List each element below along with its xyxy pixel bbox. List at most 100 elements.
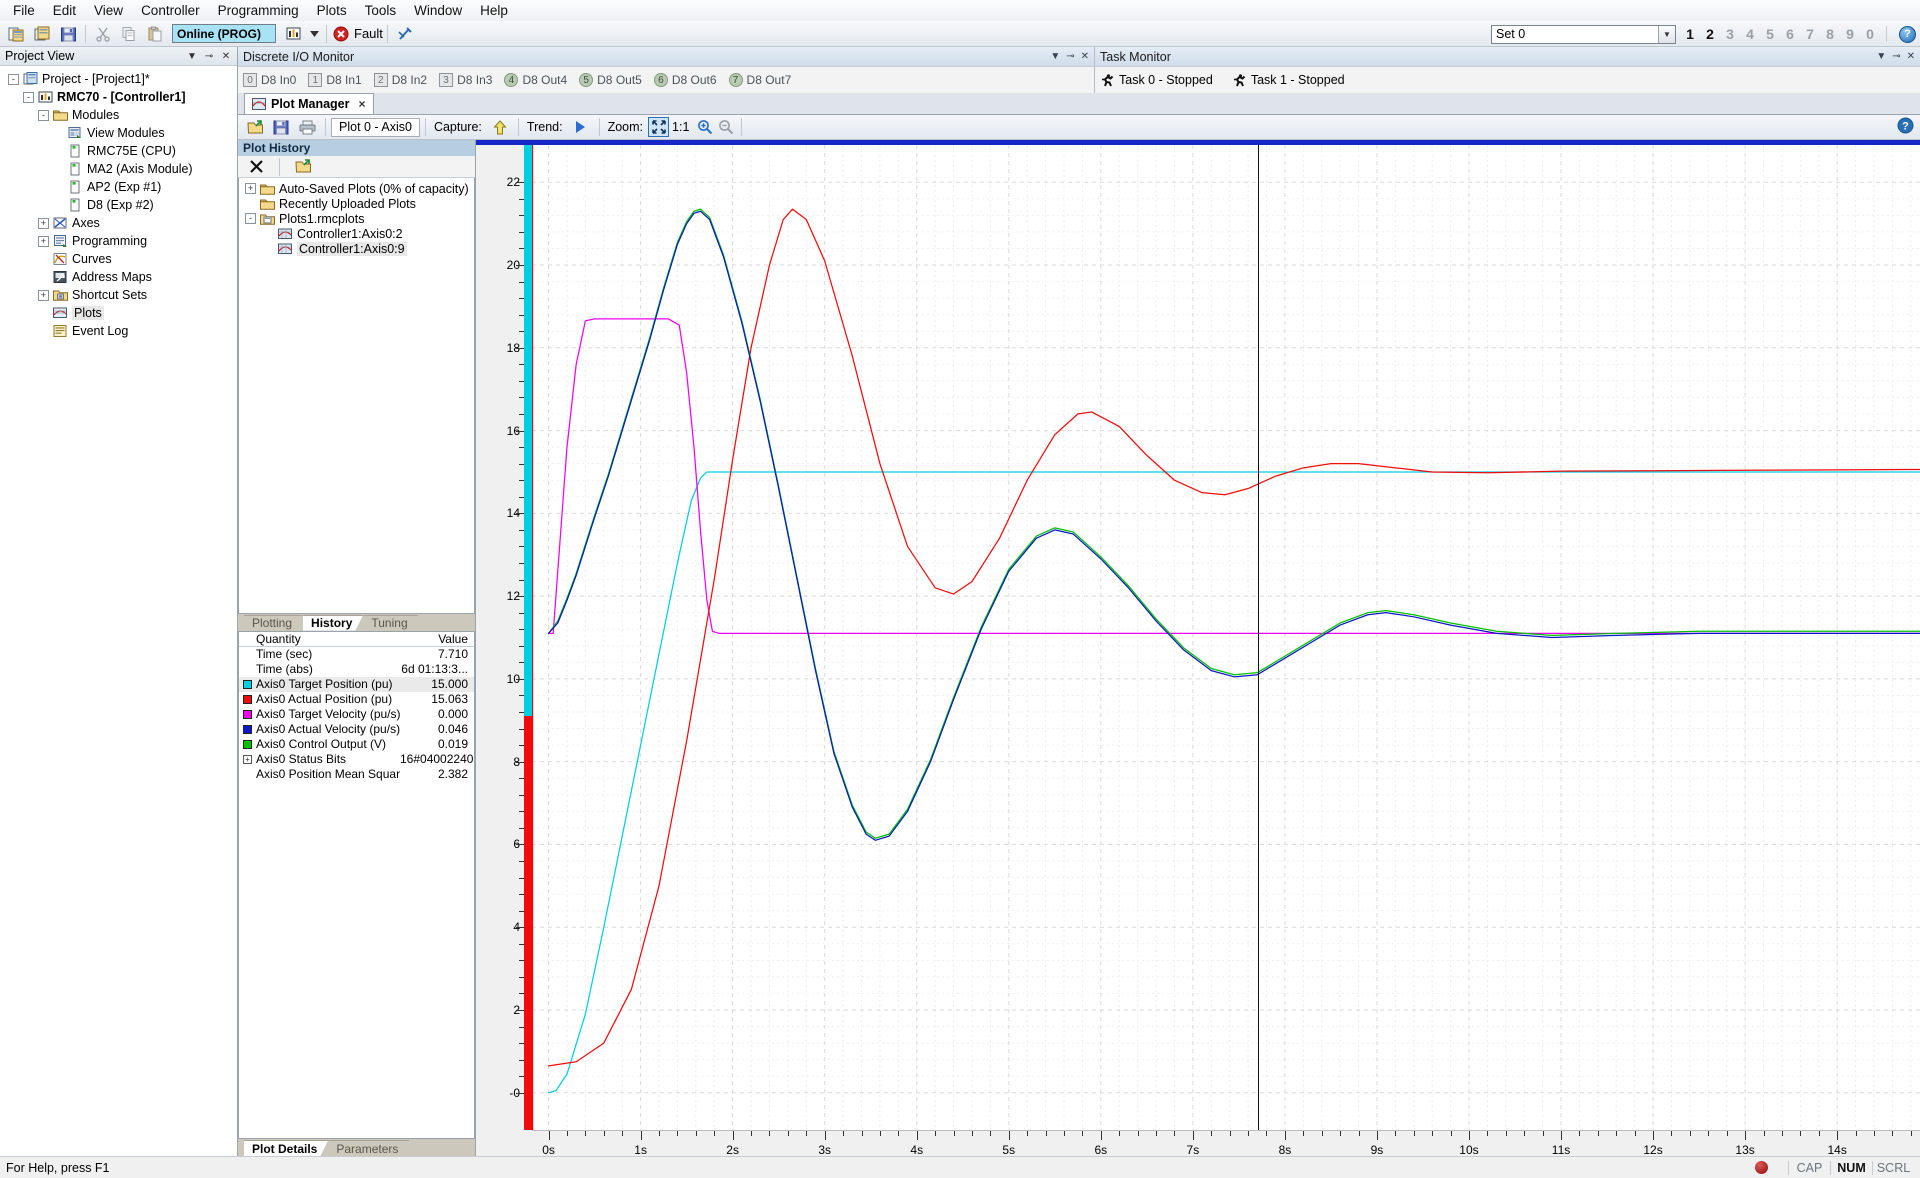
project-tree-item-shortcut-sets[interactable]: + Shortcut Sets	[2, 286, 237, 304]
collapse-icon[interactable]: -	[245, 213, 256, 224]
save-plot-icon[interactable]	[269, 116, 293, 138]
expand-icon[interactable]: +	[38, 289, 49, 301]
project-tree-item-event-log[interactable]: Event Log	[2, 322, 237, 340]
project-tree[interactable]: - Project - [Project1]* - RMC70 - [Controll…	[0, 66, 237, 1156]
project-tree-item-ap2-exp-1[interactable]: AP2 (Exp #1)	[2, 178, 237, 196]
project-tree-item-project-project1[interactable]: - Project - [Project1]*	[2, 70, 237, 88]
expand-icon[interactable]: +	[38, 217, 49, 229]
shortcut-button-2[interactable]: 2	[1700, 26, 1720, 42]
menu-item-help[interactable]: Help	[471, 1, 517, 20]
io-point-d8-in1[interactable]: 1 D8 In1	[308, 73, 362, 87]
project-tree-item-d8-exp-2[interactable]: D8 (Exp #2)	[2, 196, 237, 214]
io-point-d8-out6[interactable]: 6 D8 Out6	[653, 73, 717, 87]
project-tree-item-rmc75e-cpu[interactable]: RMC75E (CPU)	[2, 142, 237, 160]
close-icon[interactable]: ✕	[1081, 51, 1089, 62]
trend-play-icon[interactable]	[569, 116, 593, 138]
project-tree-item-address-maps[interactable]: Address Maps	[2, 268, 237, 286]
chevron-down-icon[interactable]: ▼	[1050, 51, 1060, 62]
shortcut-button-6[interactable]: 6	[1780, 26, 1800, 42]
copy-icon[interactable]	[117, 23, 141, 45]
project-tree-item-programming[interactable]: + Programming	[2, 232, 237, 250]
shortcut-set-combo[interactable]: Set 0 ▼	[1491, 24, 1676, 44]
zoom-out-icon[interactable]	[715, 117, 736, 137]
plot-details-row[interactable]: Time (sec) 7.710	[239, 647, 474, 662]
shortcut-button-9[interactable]: 9	[1840, 26, 1860, 42]
io-point-d8-in3[interactable]: 3 D8 In3	[439, 73, 492, 87]
menu-item-controller[interactable]: Controller	[132, 1, 209, 20]
menu-item-programming[interactable]: Programming	[209, 1, 308, 20]
plot-help-icon[interactable]: ?	[1897, 117, 1914, 137]
chevron-down-icon[interactable]: ▼	[186, 51, 198, 62]
plot-details-row[interactable]: + Axis0 Status Bits 16#04002240	[239, 752, 474, 767]
shortcut-button-8[interactable]: 8	[1820, 26, 1840, 42]
project-tree-item-view-modules[interactable]: View Modules	[2, 124, 237, 142]
plot-details-row[interactable]: Time (abs) 6d 01:13:3...	[239, 662, 474, 677]
tab-history[interactable]: History	[303, 615, 363, 631]
plot-side-tabs[interactable]: Plotting History Tuning	[238, 613, 475, 631]
plot-scale-color-strip[interactable]	[524, 145, 532, 1130]
io-point-d8-in2[interactable]: 2 D8 In2	[373, 73, 427, 87]
expand-icon[interactable]: +	[243, 754, 252, 764]
shortcut-button-1[interactable]: 1	[1680, 26, 1700, 42]
zoom-in-icon[interactable]	[694, 117, 715, 137]
collapse-icon[interactable]: -	[38, 109, 49, 121]
io-point-d8-out4[interactable]: 4 D8 Out4	[504, 73, 567, 87]
tab-parameters[interactable]: Parameters	[328, 1140, 409, 1156]
controller-dropdown-icon[interactable]	[307, 23, 321, 45]
pin-icon[interactable]: ⊸	[1066, 51, 1074, 62]
project-tree-item-rmc70-controller1[interactable]: - RMC70 - [Controller1]	[2, 88, 237, 106]
tab-plot-details[interactable]: Plot Details	[244, 1140, 328, 1156]
menu-item-tools[interactable]: Tools	[356, 1, 406, 20]
tab-tuning[interactable]: Tuning	[363, 615, 418, 631]
tools-wrench-icon[interactable]	[393, 23, 417, 45]
io-point-d8-out7[interactable]: 7 D8 Out7	[728, 73, 791, 87]
capture-upload-icon[interactable]	[488, 116, 512, 138]
shortcut-button-4[interactable]: 4	[1740, 26, 1760, 42]
collapse-icon[interactable]: -	[8, 73, 19, 85]
tab-plot-manager[interactable]: Plot Manager ×	[244, 93, 374, 114]
project-tree-item-curves[interactable]: Curves	[2, 250, 237, 268]
cut-icon[interactable]	[91, 23, 115, 45]
io-point-d8-out5[interactable]: 5 D8 Out5	[579, 73, 642, 87]
chevron-down-icon[interactable]: ▼	[1876, 51, 1886, 62]
plot-details-grid[interactable]: Quantity Value Time (sec) 7.710 Time (abs)…	[238, 630, 475, 1139]
save-icon[interactable]	[56, 23, 80, 45]
project-tree-item-ma2-axis-module[interactable]: MA2 (Axis Module)	[2, 160, 237, 178]
shortcut-button-5[interactable]: 5	[1760, 26, 1780, 42]
collapse-icon[interactable]: -	[23, 91, 34, 103]
plot-history-item-controller1-axis0-2[interactable]: Controller1:Axis0:2	[239, 226, 474, 241]
task-status-item[interactable]: Task 1 - Stopped	[1232, 73, 1345, 88]
delete-plot-icon[interactable]	[245, 156, 267, 178]
io-point-d8-in0[interactable]: 0 D8 In0	[243, 73, 296, 87]
plot-history-tree[interactable]: + Auto-Saved Plots (0% of capacity) Recent…	[238, 178, 475, 614]
print-plot-icon[interactable]	[295, 116, 319, 138]
project-tree-item-plots[interactable]: Plots	[2, 304, 237, 322]
plot-details-row[interactable]: Axis0 Target Velocity (pu/s) 0.000	[239, 707, 474, 722]
expand-icon[interactable]: +	[38, 235, 49, 247]
load-plot-icon[interactable]	[292, 156, 314, 178]
close-icon[interactable]: ✕	[1907, 51, 1915, 62]
expand-icon[interactable]: +	[245, 183, 256, 194]
plot-details-row[interactable]: Axis0 Position Mean Squar... 2.382	[239, 767, 474, 782]
chevron-down-icon[interactable]: ▼	[1658, 25, 1675, 43]
zoom-fit-icon[interactable]	[648, 117, 670, 137]
tab-plotting[interactable]: Plotting	[244, 615, 303, 631]
close-icon[interactable]: ×	[359, 97, 366, 111]
menu-item-window[interactable]: Window	[405, 1, 471, 20]
plot-cursor-line[interactable]	[1258, 145, 1260, 1130]
paste-icon[interactable]	[143, 23, 167, 45]
zoom-ratio-label[interactable]: 1:1	[672, 120, 689, 134]
menu-item-view[interactable]: View	[85, 1, 132, 20]
plot-history-item-plots1-rmcplots[interactable]: - Plots1.rmcplots	[239, 211, 474, 226]
plot-details-row[interactable]: Axis0 Control Output (V) 0.019	[239, 737, 474, 752]
plot-details-row[interactable]: Axis0 Actual Position (pu) 15.063	[239, 692, 474, 707]
shortcut-button-7[interactable]: 7	[1800, 26, 1820, 42]
menu-item-file[interactable]: File	[4, 1, 44, 20]
project-tree-item-axes[interactable]: + Axes	[2, 214, 237, 232]
shortcut-button-3[interactable]: 3	[1720, 26, 1740, 42]
plot-details-row[interactable]: Axis0 Actual Velocity (pu/s) 0.046	[239, 722, 474, 737]
fault-icon[interactable]	[332, 23, 350, 45]
open-project-icon[interactable]	[30, 23, 54, 45]
plot-details-tabs[interactable]: Plot Details Parameters	[238, 1139, 475, 1156]
new-project-icon[interactable]	[4, 23, 28, 45]
